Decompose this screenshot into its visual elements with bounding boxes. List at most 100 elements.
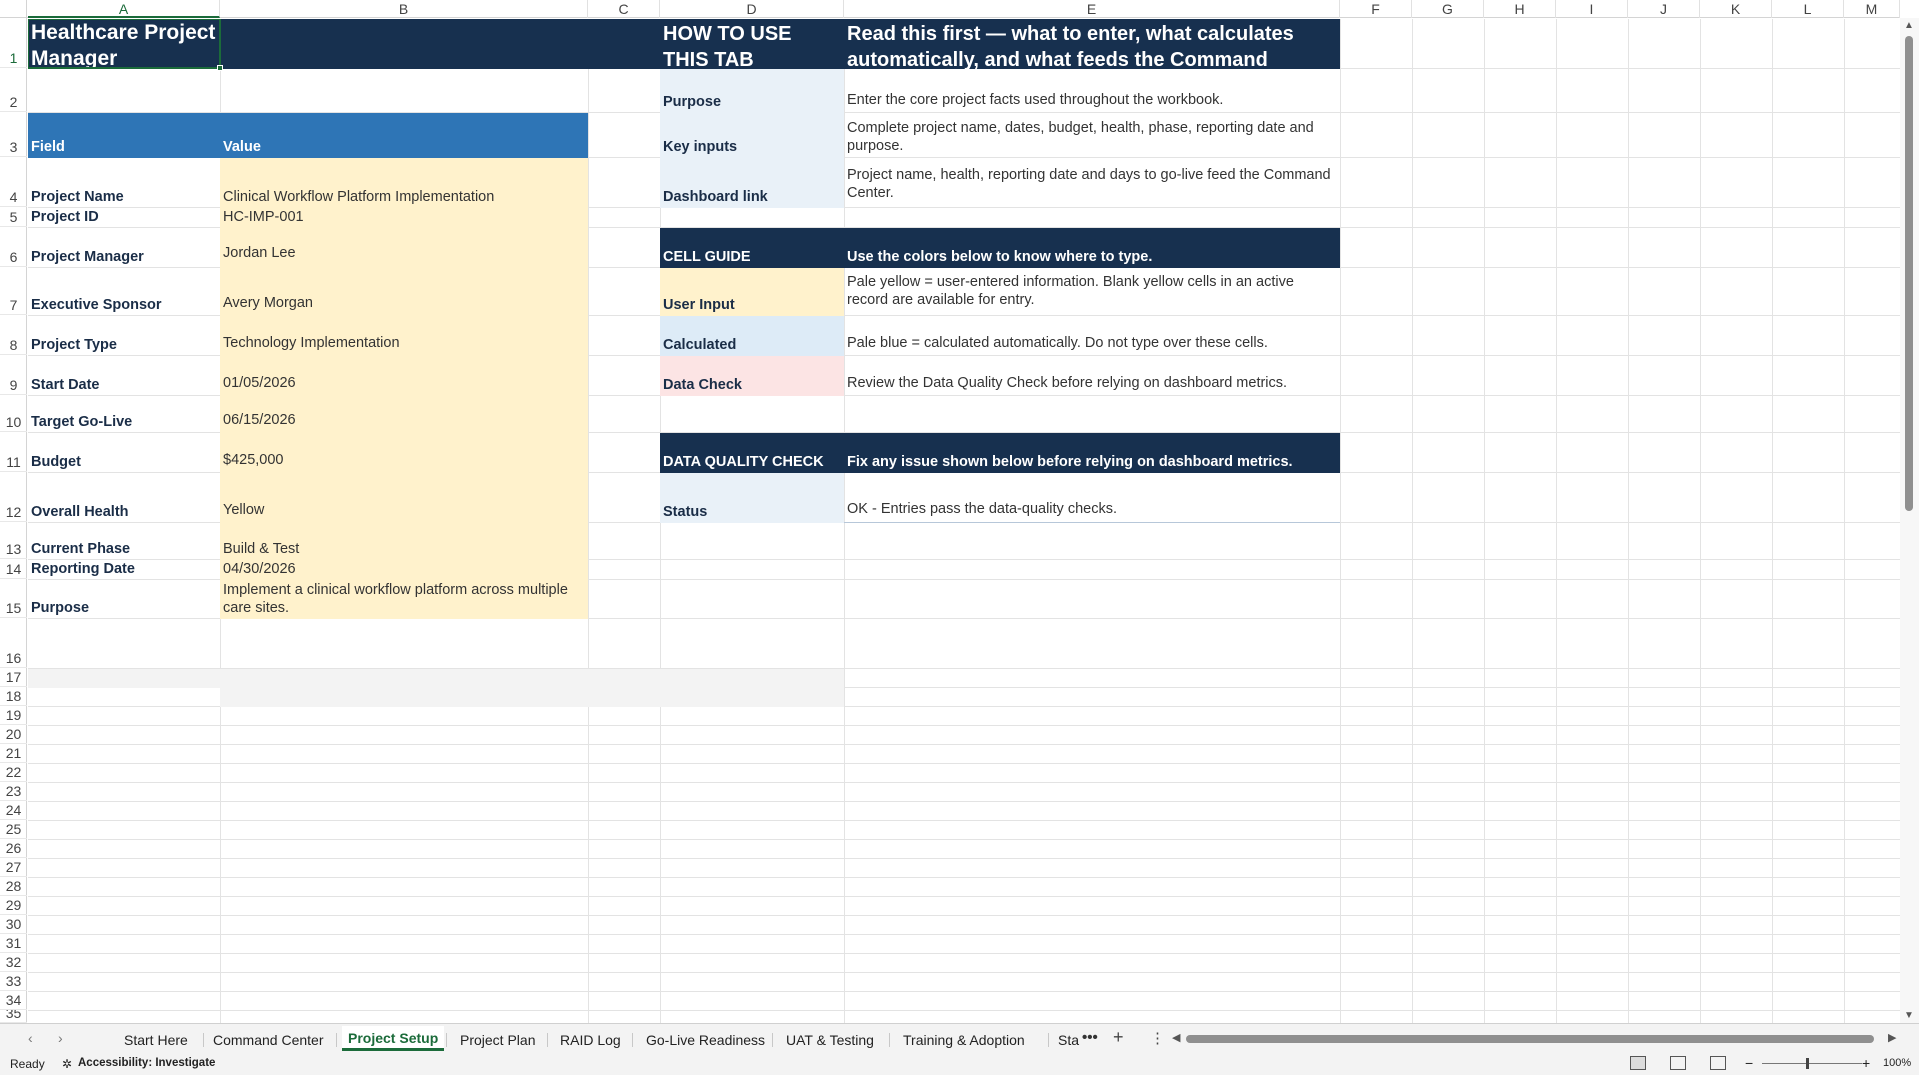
row-header-11[interactable]: 11 <box>0 432 27 472</box>
tab-scroll-left-icon[interactable]: ‹ <box>28 1030 33 1046</box>
dq-header-title[interactable]: DATA QUALITY CHECK <box>660 433 844 473</box>
row-header-2[interactable]: 2 <box>0 68 27 112</box>
row-header-6[interactable]: 6 <box>0 227 27 267</box>
sheet-tab-training-adoption[interactable]: Training & Adoption <box>897 1029 1031 1051</box>
zoom-level[interactable]: 100% <box>1883 1057 1911 1069</box>
accessibility-status[interactable]: Accessibility: Investigate <box>78 1057 215 1069</box>
row-header-21[interactable]: 21 <box>0 744 27 763</box>
hscroll-left-icon[interactable]: ◀ <box>1172 1031 1180 1044</box>
howto-text-key-inputs[interactable]: Complete project name, dates, budget, he… <box>844 113 1340 158</box>
field-value-start-date[interactable]: 01/05/2026 <box>220 356 588 396</box>
dq-header-subtitle[interactable]: Fix any issue shown below before relying… <box>844 433 1340 473</box>
column-header-l[interactable]: L <box>1772 0 1844 18</box>
row-header-22[interactable]: 22 <box>0 763 27 782</box>
page-layout-view-icon[interactable] <box>1670 1056 1686 1070</box>
field-value-project-manager[interactable]: Jordan Lee <box>220 228 588 268</box>
more-tabs-icon[interactable]: ••• <box>1082 1029 1098 1046</box>
column-header-e[interactable]: E <box>844 0 1340 18</box>
column-header-i[interactable]: I <box>1556 0 1628 18</box>
horizontal-scroll-thumb[interactable] <box>1186 1035 1874 1043</box>
sheet-tab-raid-log[interactable]: RAID Log <box>554 1029 627 1051</box>
hscroll-right-icon[interactable]: ▶ <box>1888 1031 1896 1044</box>
sheet-tab-go-live-readiness[interactable]: Go-Live Readiness <box>640 1029 771 1051</box>
zoom-slider[interactable] <box>1762 1063 1862 1064</box>
row-header-4[interactable]: 4 <box>0 157 27 207</box>
column-header-k[interactable]: K <box>1700 0 1772 18</box>
tab-scroll-right-icon[interactable]: › <box>58 1030 63 1046</box>
row-header-10[interactable]: 10 <box>0 395 27 432</box>
row-header-7[interactable]: 7 <box>0 267 27 315</box>
row-header-25[interactable]: 25 <box>0 820 27 839</box>
cell-guide-header-title[interactable]: CELL GUIDE <box>660 228 844 268</box>
cell-guide-header-subtitle[interactable]: Use the colors below to know where to ty… <box>844 228 1340 268</box>
field-value-project-id[interactable]: HC-IMP-001 <box>220 208 588 228</box>
row-header-29[interactable]: 29 <box>0 896 27 915</box>
sheet-tab-start-here[interactable]: Start Here <box>118 1029 194 1051</box>
vertical-scroll-thumb[interactable] <box>1905 36 1913 511</box>
tab-options-icon[interactable]: ⋮ <box>1150 1029 1165 1047</box>
zoom-out-icon[interactable]: − <box>1745 1055 1753 1071</box>
row-header-31[interactable]: 31 <box>0 934 27 953</box>
row-header-16[interactable]: 16 <box>0 618 27 668</box>
column-header-j[interactable]: J <box>1628 0 1700 18</box>
column-header-a[interactable]: A <box>28 0 220 18</box>
row-header-30[interactable]: 30 <box>0 915 27 934</box>
normal-view-icon[interactable] <box>1630 1056 1646 1070</box>
vertical-scrollbar[interactable]: ▲ ▼ <box>1900 18 1919 1023</box>
row-header-26[interactable]: 26 <box>0 839 27 858</box>
row-header-35[interactable]: 35 <box>0 1010 27 1023</box>
scroll-down-icon[interactable]: ▼ <box>1904 1010 1914 1021</box>
column-header-g[interactable]: G <box>1412 0 1484 18</box>
column-header-d[interactable]: D <box>660 0 844 18</box>
value-column-header[interactable]: Value <box>220 113 588 158</box>
fill-handle[interactable] <box>217 65 223 71</box>
howto-header-subtitle[interactable]: Read this first — what to enter, what ca… <box>844 19 1340 69</box>
howto-header-title[interactable]: HOW TO USE THIS TAB <box>660 19 844 69</box>
cell-grid[interactable]: Healthcare Project Manager Field Value P… <box>28 19 1900 1023</box>
row-header-32[interactable]: 32 <box>0 953 27 972</box>
field-value-project-type[interactable]: Technology Implementation <box>220 316 588 356</box>
dq-status-value[interactable]: OK - Entries pass the data-quality check… <box>844 473 1340 523</box>
column-header-m[interactable]: M <box>1844 0 1900 18</box>
zoom-in-icon[interactable]: + <box>1862 1055 1870 1071</box>
row-header-24[interactable]: 24 <box>0 801 27 820</box>
row-header-17[interactable]: 17 <box>0 668 27 687</box>
column-header-c[interactable]: C <box>588 0 660 18</box>
field-value-reporting-date[interactable]: 04/30/2026 <box>220 560 588 580</box>
row-header-12[interactable]: 12 <box>0 472 27 522</box>
row-header-5[interactable]: 5 <box>0 207 27 227</box>
row-header-8[interactable]: 8 <box>0 315 27 355</box>
row-header-28[interactable]: 28 <box>0 877 27 896</box>
field-value-project-name[interactable]: Clinical Workflow Platform Implementatio… <box>220 158 588 208</box>
scroll-up-icon[interactable]: ▲ <box>1904 20 1914 31</box>
field-value-overall-health[interactable]: Yellow <box>220 473 588 523</box>
howto-text-dashboard-link[interactable]: Project name, health, reporting date and… <box>844 158 1340 208</box>
field-value-purpose[interactable]: Implement a clinical workflow platform a… <box>220 580 588 619</box>
row-header-34[interactable]: 34 <box>0 991 27 1010</box>
field-column-header[interactable]: Field <box>28 113 220 158</box>
horizontal-scrollbar[interactable] <box>1186 1032 1885 1046</box>
add-sheet-icon[interactable]: + <box>1113 1027 1124 1048</box>
select-all-corner[interactable] <box>0 0 27 18</box>
row-header-33[interactable]: 33 <box>0 972 27 991</box>
column-header-h[interactable]: H <box>1484 0 1556 18</box>
cell-guide-text-calculated[interactable]: Pale blue = calculated automatically. Do… <box>844 316 1340 356</box>
cell-guide-text-user-input[interactable]: Pale yellow = user-entered information. … <box>844 268 1340 316</box>
row-header-1[interactable]: 1 <box>0 18 27 68</box>
row-header-18[interactable]: 18 <box>0 687 27 706</box>
column-header-f[interactable]: F <box>1340 0 1412 18</box>
sheet-tab-project-plan[interactable]: Project Plan <box>454 1029 541 1051</box>
row-header-19[interactable]: 19 <box>0 706 27 725</box>
column-header-b[interactable]: B <box>220 0 588 18</box>
field-value-budget[interactable]: $425,000 <box>220 433 588 473</box>
row-header-14[interactable]: 14 <box>0 559 27 579</box>
row-header-27[interactable]: 27 <box>0 858 27 877</box>
row-header-3[interactable]: 3 <box>0 112 27 157</box>
row-header-13[interactable]: 13 <box>0 522 27 559</box>
sheet-tab-uat-testing[interactable]: UAT & Testing <box>780 1029 880 1051</box>
field-value-current-phase[interactable]: Build & Test <box>220 523 588 560</box>
accessibility-icon[interactable]: ✲ <box>62 1057 72 1071</box>
zoom-slider-knob[interactable] <box>1806 1058 1809 1069</box>
howto-text-purpose[interactable]: Enter the core project facts used throug… <box>844 69 1340 113</box>
cell-guide-text-data-check[interactable]: Review the Data Quality Check before rel… <box>844 356 1340 396</box>
